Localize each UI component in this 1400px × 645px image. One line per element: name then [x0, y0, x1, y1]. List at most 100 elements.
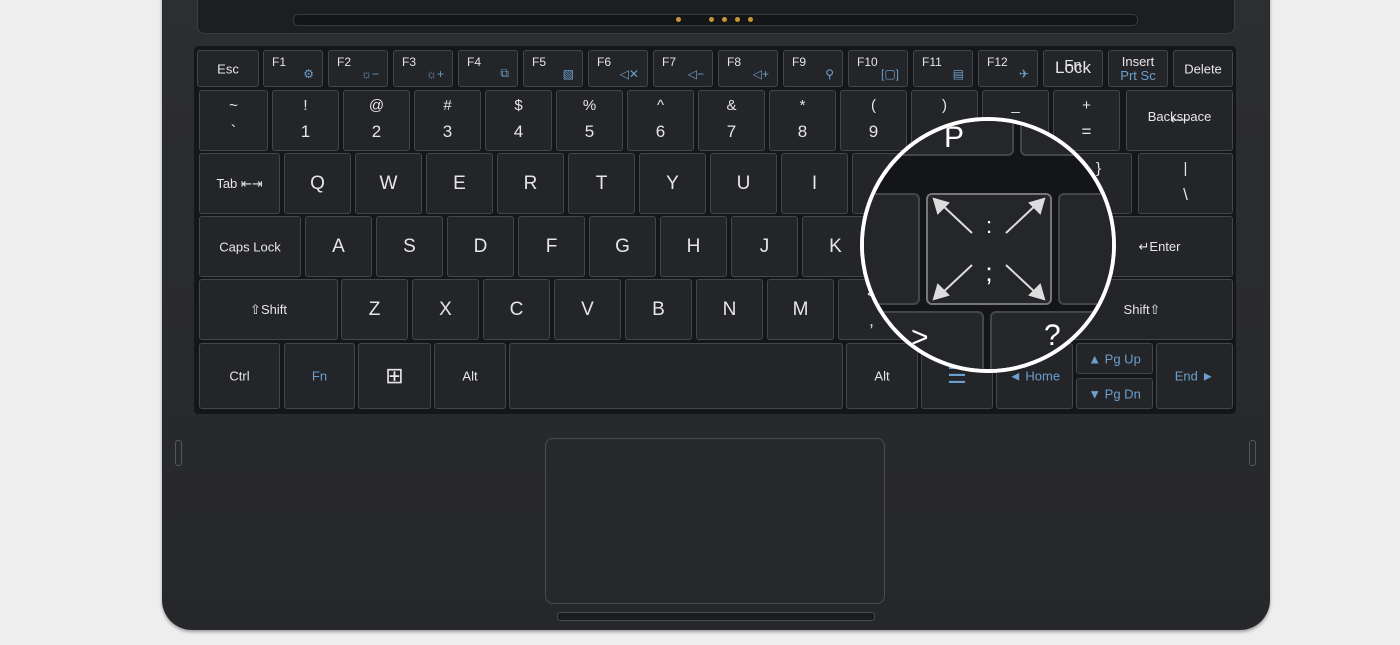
- key-v[interactable]: V: [554, 279, 621, 340]
- key-g[interactable]: G: [589, 216, 656, 277]
- key-label: Alt: [462, 368, 478, 384]
- key-f6[interactable]: F6 ◁✕: [588, 50, 648, 87]
- screen-icon: [▢]: [880, 67, 899, 81]
- key-label-shift: :: [985, 213, 993, 238]
- key-symbol[interactable]: * 8: [769, 90, 836, 151]
- key-z[interactable]: Z: [341, 279, 408, 340]
- key-label-top: ~: [229, 97, 238, 114]
- key-backspace[interactable]: Backspace ⟵: [1126, 90, 1233, 151]
- key-insert[interactable]: Insert Prt Sc: [1108, 50, 1168, 87]
- touchpad[interactable]: [545, 438, 885, 604]
- key-symbol[interactable]: $4: [485, 90, 552, 151]
- key-label: N: [722, 298, 737, 320]
- key-f3[interactable]: F3 ☼+: [393, 50, 453, 87]
- brightness-down-icon: ☼−: [360, 67, 379, 81]
- key-d[interactable]: D: [447, 216, 514, 277]
- key-fn[interactable]: Fn: [284, 343, 355, 409]
- key-pg-dn[interactable]: ▼ Pg Dn: [1076, 378, 1153, 409]
- magnified-key: [1020, 121, 1112, 156]
- key-f9[interactable]: F9 ⚲: [783, 50, 843, 87]
- volume-down-icon: ◁−: [687, 67, 704, 81]
- key-symbol[interactable]: % 5: [556, 90, 623, 151]
- key-s[interactable]: S: [376, 216, 443, 277]
- key-j[interactable]: J: [731, 216, 798, 277]
- key-f11[interactable]: F11 ▤: [913, 50, 973, 87]
- key-t[interactable]: T: [568, 153, 635, 214]
- windows-icon: ⊞: [385, 363, 404, 388]
- key-label-top: |: [1183, 160, 1188, 177]
- key-fn[interactable]: Fn Lock: [1043, 50, 1103, 87]
- key-label: F: [545, 235, 558, 257]
- key-c[interactable]: C: [483, 279, 550, 340]
- key-f2[interactable]: F2 ☼−: [328, 50, 388, 87]
- key-label: E: [453, 172, 466, 194]
- key-f[interactable]: F: [518, 216, 585, 277]
- key-label: B: [652, 298, 665, 320]
- key-alt[interactable]: Alt: [434, 343, 506, 409]
- key-label: F1: [272, 55, 287, 69]
- key-w[interactable]: W: [355, 153, 422, 214]
- key-label: F9: [792, 55, 807, 69]
- key-i[interactable]: I: [781, 153, 848, 214]
- key-label-bottom: Prt Sc: [1120, 68, 1156, 83]
- key-n[interactable]: N: [696, 279, 763, 340]
- key-m[interactable]: M: [767, 279, 834, 340]
- key-r[interactable]: R: [497, 153, 564, 214]
- connector-strip: [293, 14, 1138, 26]
- key-f4[interactable]: F4 ⧉: [458, 50, 518, 87]
- key-symbol[interactable]: ! 1: [272, 90, 339, 151]
- key-label-top: *: [799, 97, 806, 114]
- key-b[interactable]: B: [625, 279, 692, 340]
- key-label-bottom: 4: [513, 122, 524, 141]
- key-esc[interactable]: Esc: [197, 50, 259, 87]
- key-symbol[interactable]: ⊞: [358, 343, 431, 409]
- key-h[interactable]: H: [660, 216, 727, 277]
- key-shift[interactable]: ⇧Shift: [199, 279, 338, 340]
- settings-icon: ⚙: [303, 67, 314, 81]
- key-u[interactable]: U: [710, 153, 777, 214]
- key-caps-lock[interactable]: Caps Lock: [199, 216, 301, 277]
- key-label: F7: [662, 55, 677, 69]
- key-symbol[interactable]: #3: [414, 90, 481, 151]
- key-f1[interactable]: F1 ⚙: [263, 50, 323, 87]
- key-symbol[interactable]: @2: [343, 90, 410, 151]
- key-label-bottom: 5: [584, 122, 595, 141]
- key-symbol[interactable]: | \: [1138, 153, 1233, 214]
- magnified-key-colon: : ;: [926, 193, 1052, 305]
- key-e[interactable]: E: [426, 153, 493, 214]
- key-k[interactable]: K: [802, 216, 869, 277]
- key-end[interactable]: End ►: [1156, 343, 1233, 409]
- key-a[interactable]: A: [305, 216, 372, 277]
- key-label-bottom: 7: [726, 122, 737, 141]
- side-slot-right: [1249, 440, 1256, 466]
- key-symbol[interactable]: ^ 6: [627, 90, 694, 151]
- key-label: X: [439, 298, 452, 320]
- key-f8[interactable]: F8 ◁+: [718, 50, 778, 87]
- key-symbol[interactable]: ~ `: [199, 90, 268, 151]
- key-q[interactable]: Q: [284, 153, 351, 214]
- key-label-bottom: ⟵: [1170, 112, 1189, 127]
- key-symbol[interactable]: & 7: [698, 90, 765, 151]
- key-f7[interactable]: F7 ◁−: [653, 50, 713, 87]
- key-label-bottom: Lock: [1055, 58, 1091, 77]
- key-space[interactable]: [509, 343, 843, 409]
- key-label: F4: [467, 55, 482, 69]
- key-label: F12: [987, 55, 1008, 69]
- key-f5[interactable]: F5 ▧: [523, 50, 583, 87]
- key-tab[interactable]: Tab ⇤⇥: [199, 153, 280, 214]
- key-label: Fn: [311, 368, 328, 384]
- key-ctrl[interactable]: Ctrl: [199, 343, 280, 409]
- key-label-bottom: 2: [371, 122, 382, 141]
- key-f10[interactable]: F10 [▢]: [848, 50, 908, 87]
- key-label: J: [759, 235, 770, 257]
- key-label: F8: [727, 55, 742, 69]
- key-label-top: (: [871, 97, 876, 114]
- mute-icon: ◁✕: [619, 67, 639, 81]
- key-f12[interactable]: F12 ✈: [978, 50, 1038, 87]
- key-delete[interactable]: Delete: [1173, 50, 1233, 87]
- key-label: Ctrl: [229, 368, 250, 384]
- key-y[interactable]: Y: [639, 153, 706, 214]
- key-x[interactable]: X: [412, 279, 479, 340]
- key-label-top: %: [582, 97, 597, 114]
- key-label-bottom: 6: [655, 122, 666, 141]
